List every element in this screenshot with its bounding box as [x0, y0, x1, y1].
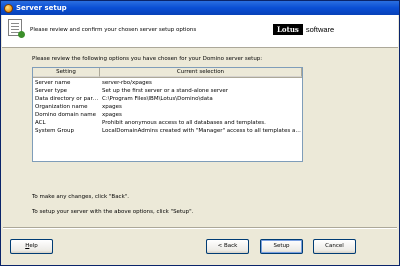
logo-text: software: [305, 25, 335, 34]
table-body: Server name server-rbo/xpages Server typ…: [33, 78, 302, 135]
setting-cell: Server type: [35, 88, 68, 94]
setup-button[interactable]: Setup: [260, 239, 303, 254]
setting-cell: Domino domain name: [35, 112, 97, 118]
lotus-software-logo: Lotus software: [273, 24, 334, 35]
setup-instruction-text: To setup your server with the above opti…: [32, 209, 194, 215]
setting-cell: Server name: [35, 80, 71, 86]
table-row[interactable]: Domino domain name xpages: [33, 111, 302, 119]
button-separator: [3, 227, 397, 229]
intro-text: Please review the following options you …: [32, 56, 263, 62]
table-row[interactable]: Data directory or partition C:\Program F…: [33, 95, 302, 103]
selection-cell: LocalDomainAdmins created with "Manager"…: [102, 128, 302, 134]
help-button[interactable]: Help: [10, 239, 53, 254]
setting-cell: Organization name: [35, 104, 88, 110]
header-instruction: Please review and confirm your chosen se…: [30, 27, 197, 33]
setting-cell: ACL: [35, 120, 46, 126]
table-row[interactable]: Organization name xpages: [33, 103, 302, 111]
wizard-header: Please review and confirm your chosen se…: [2, 15, 398, 48]
selection-cell: Prohibit anonymous access to all databas…: [102, 120, 266, 126]
back-instruction-text: To make any changes, click "Back".: [32, 194, 130, 200]
table-row[interactable]: Server name server-rbo/xpages: [33, 79, 302, 87]
table-row[interactable]: Server type Set up the first server or a…: [33, 87, 302, 95]
selection-cell: xpages: [102, 104, 122, 110]
column-header-setting[interactable]: Setting: [33, 68, 100, 77]
selection-cell: C:\Program Files\IBM\Lotus\Domino\data: [102, 96, 213, 102]
setting-cell: System Group: [35, 128, 75, 134]
back-button[interactable]: < Back: [206, 239, 249, 254]
table-row[interactable]: ACL Prohibit anonymous access to all dat…: [33, 119, 302, 127]
table-row[interactable]: System Group LocalDomainAdmins created w…: [33, 127, 302, 135]
title-bar[interactable]: Server setup: [1, 1, 399, 15]
server-setup-window: Server setup Please review and confirm y…: [0, 0, 400, 266]
domino-app-icon: [4, 3, 13, 13]
document-check-icon: [8, 19, 25, 38]
setting-cell: Data directory or partition: [35, 96, 100, 102]
cancel-button[interactable]: Cancel: [313, 239, 356, 254]
selection-cell: xpages: [102, 112, 122, 118]
selection-cell: server-rbo/xpages: [102, 80, 152, 86]
selection-cell: Set up the first server or a stand-alone…: [102, 88, 229, 94]
table-header: Setting Current selection: [33, 68, 302, 78]
settings-table[interactable]: Setting Current selection Server name se…: [32, 67, 303, 162]
window-title: Server setup: [16, 4, 67, 12]
column-header-selection[interactable]: Current selection: [100, 68, 302, 77]
logo-mark: Lotus: [273, 24, 303, 35]
